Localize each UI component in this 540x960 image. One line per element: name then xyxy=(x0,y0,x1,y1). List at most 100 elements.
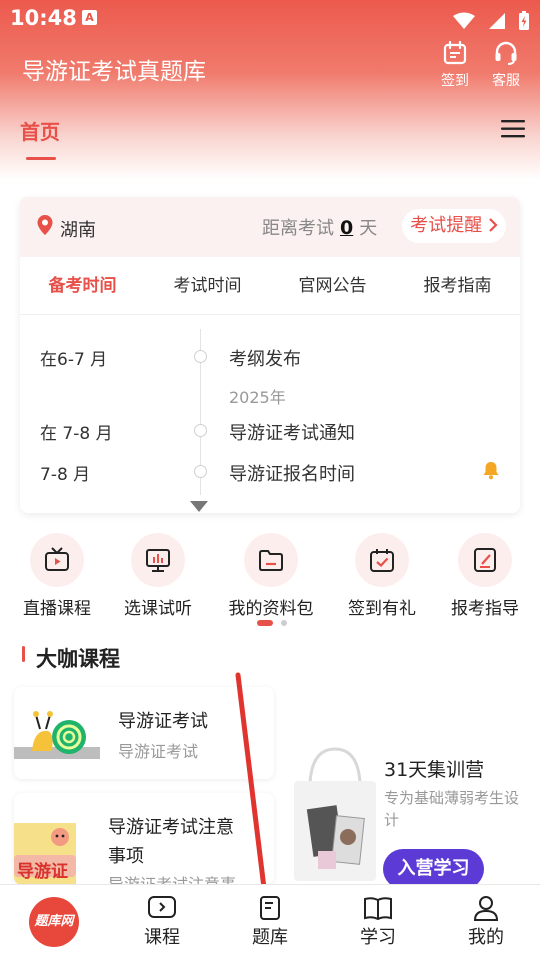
tab-exam-time[interactable]: 考试时间 xyxy=(145,257,270,314)
calendar-check-icon xyxy=(370,549,394,572)
quick-links: 直播课程 选课试听 我的资料包 签到有礼 报考指导 xyxy=(0,533,540,623)
chart-screen-icon xyxy=(146,549,170,572)
timeline-event: 导游证报名时间 xyxy=(229,464,355,485)
camp-title: 31天集训营 xyxy=(384,759,485,781)
join-camp-button[interactable]: 入营学习 xyxy=(383,849,484,889)
nav-tab-label: 我的 xyxy=(468,927,504,948)
quick-link-label: 选课试听 xyxy=(124,599,192,619)
nav-tab-label: 学习 xyxy=(360,927,396,948)
tote-bag-image xyxy=(294,747,376,881)
wifi-icon xyxy=(453,12,476,29)
timeline-event: 考纲发布 xyxy=(229,349,301,370)
quick-link-my-materials[interactable]: 我的资料包 xyxy=(221,533,321,619)
quick-link-label: 签到有礼 xyxy=(348,599,416,619)
exam-timeline: 在6-7 月 考纲发布 2025年 在 7-8 月 导游证考试通知 7-8 月 … xyxy=(20,315,520,513)
location-selector[interactable]: 湖南 xyxy=(60,216,96,242)
course-name: 导游证考试 xyxy=(118,711,208,732)
app-title: 导游证考试真题库 xyxy=(22,59,206,85)
course-card[interactable]: 导游证 导游证考试注意 事项 导游证考试注意事 xyxy=(14,793,274,885)
course-name-line1: 导游证考试注意 xyxy=(108,817,234,838)
exam-info-card: 湖南 距离考试 0 天 考试提醒 备考时间 考试时间 官网公告 报考指南 在6-7 … xyxy=(20,197,520,513)
quick-icon-bg xyxy=(30,533,84,587)
quick-link-label: 直播课程 xyxy=(23,599,91,619)
expand-arrow-icon[interactable] xyxy=(190,501,208,513)
customer-service-button[interactable]: 客服 xyxy=(484,40,528,90)
countdown-days: 0 xyxy=(340,217,354,239)
user-icon xyxy=(473,896,499,921)
training-camp-promo[interactable]: 31天集训营 专为基础薄弱考生设计 入营学习 xyxy=(288,745,540,889)
bottom-navigation: 题库网 课程 题库 学习 我的 xyxy=(0,884,540,960)
exam-reminder-button[interactable]: 考试提醒 xyxy=(402,209,506,243)
brand-logo-button[interactable]: 题库网 xyxy=(29,897,79,947)
course-thumbnail xyxy=(14,701,100,759)
calendar-icon xyxy=(443,40,467,65)
timeline-date: 在6-7 月 xyxy=(40,350,108,370)
folder-icon xyxy=(259,550,283,571)
timeline-date: 在 7-8 月 xyxy=(40,424,113,444)
timeline-dot xyxy=(194,465,207,478)
quick-link-live-course[interactable]: 直播课程 xyxy=(7,533,107,619)
chevron-right-icon xyxy=(489,218,498,232)
timeline-year: 2025年 xyxy=(229,388,286,407)
exam-card-header: 湖南 距离考试 0 天 考试提醒 xyxy=(20,197,520,257)
course-name-line2: 事项 xyxy=(108,846,144,867)
timeline-event: 导游证考试通知 xyxy=(229,423,355,444)
tab-prep-time[interactable]: 备考时间 xyxy=(20,257,145,314)
nav-tab-label: 题库 xyxy=(252,927,288,948)
countdown-unit: 天 xyxy=(359,218,378,239)
exam-countdown: 距离考试 0 天 xyxy=(262,214,377,240)
carousel-page-indicator xyxy=(257,620,288,639)
timeline-date: 7-8 月 xyxy=(40,465,91,485)
status-bar: 10:48 A xyxy=(0,0,540,36)
quick-icon-bg xyxy=(355,533,409,587)
status-time: 10:48 xyxy=(10,6,77,30)
tab-official-notice[interactable]: 官网公告 xyxy=(270,257,395,314)
camp-description: 专为基础薄弱考生设计 xyxy=(384,789,520,829)
edit-doc-icon xyxy=(474,548,496,572)
page-dot xyxy=(281,620,288,626)
course-subtitle: 导游证考试 xyxy=(118,742,199,761)
exam-reminder-label: 考试提醒 xyxy=(410,215,483,236)
quick-link-application-guide[interactable]: 报考指导 xyxy=(435,533,535,619)
quick-link-checkin-gift[interactable]: 签到有礼 xyxy=(332,533,432,619)
tab-registration-guide[interactable]: 报考指南 xyxy=(395,257,520,314)
section-title-text: 大咖课程 xyxy=(36,647,120,671)
tab-home-indicator xyxy=(26,157,56,160)
tv-icon xyxy=(45,547,69,571)
course-subtitle: 导游证考试注意事 xyxy=(108,875,237,885)
headset-icon xyxy=(495,41,517,65)
timeline-dot xyxy=(194,350,207,363)
checkin-label: 签到 xyxy=(441,73,469,89)
tab-home[interactable]: 首页 xyxy=(20,116,60,145)
exam-tabs: 备考时间 考试时间 官网公告 报考指南 xyxy=(20,257,520,315)
course-card[interactable]: 导游证考试 导游证考试 xyxy=(14,687,274,779)
open-book-icon xyxy=(364,897,392,921)
quick-icon-bg xyxy=(244,533,298,587)
status-icons xyxy=(447,7,530,31)
quick-link-label: 报考指导 xyxy=(451,599,519,619)
customer-service-label: 客服 xyxy=(492,73,520,89)
course-thumbnail-text: 导游证 xyxy=(17,862,68,882)
section-title: 大咖课程 xyxy=(20,643,120,673)
battery-icon xyxy=(519,10,529,30)
nav-tab-study[interactable]: 学习 xyxy=(338,895,418,949)
app-notification-icon: A xyxy=(82,10,97,25)
nav-tab-question-bank[interactable]: 题库 xyxy=(230,895,310,949)
timeline-dot xyxy=(194,424,207,437)
nav-tab-label: 课程 xyxy=(144,927,180,948)
quick-link-label: 我的资料包 xyxy=(228,599,314,619)
quick-icon-bg xyxy=(131,533,185,587)
quick-icon-bg xyxy=(458,533,512,587)
bell-icon[interactable] xyxy=(482,460,500,480)
document-icon xyxy=(260,896,280,920)
checkin-button[interactable]: 签到 xyxy=(433,40,477,90)
location-pin-icon xyxy=(37,215,53,235)
hamburger-menu-icon[interactable] xyxy=(500,118,526,140)
cellular-signal-icon xyxy=(488,12,505,29)
page-dot-active xyxy=(257,620,273,626)
play-square-icon xyxy=(148,896,176,918)
nav-tab-profile[interactable]: 我的 xyxy=(446,895,526,949)
quick-link-trial-course[interactable]: 选课试听 xyxy=(108,533,208,619)
countdown-prefix: 距离考试 xyxy=(262,218,334,239)
nav-tab-course[interactable]: 课程 xyxy=(122,895,202,949)
